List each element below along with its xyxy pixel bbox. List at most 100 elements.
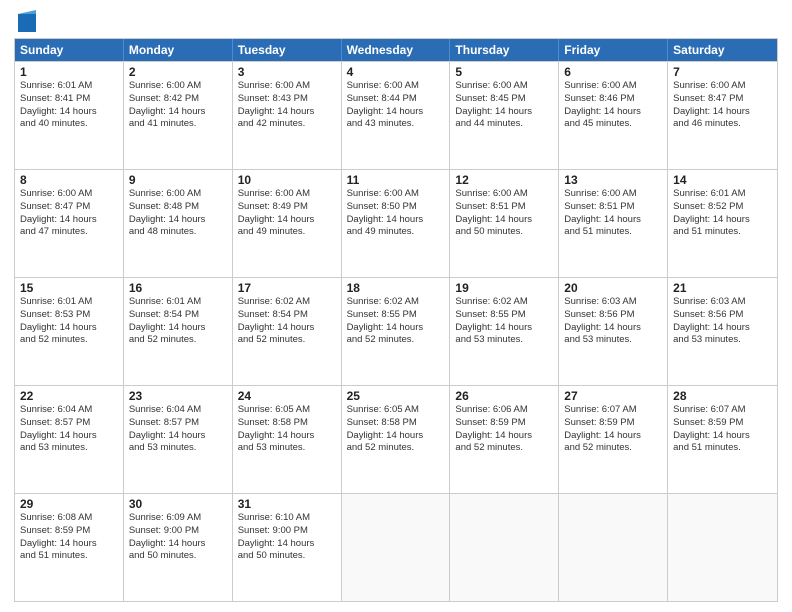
daylight-line: Daylight: 14 hours [20, 430, 118, 443]
daylight-minutes: and 45 minutes. [564, 118, 662, 131]
daylight-line: Daylight: 14 hours [20, 538, 118, 551]
calendar-cell: 22 Sunrise: 6:04 AM Sunset: 8:57 PM Dayl… [15, 386, 124, 493]
sunrise-line: Sunrise: 6:00 AM [238, 80, 336, 93]
sunrise-line: Sunrise: 6:00 AM [455, 80, 553, 93]
sunrise-line: Sunrise: 6:00 AM [20, 188, 118, 201]
sunset-line: Sunset: 8:50 PM [347, 201, 445, 214]
calendar-week: 8 Sunrise: 6:00 AM Sunset: 8:47 PM Dayli… [15, 169, 777, 277]
day-number: 13 [564, 173, 662, 187]
daylight-line: Daylight: 14 hours [20, 106, 118, 119]
sunrise-line: Sunrise: 6:02 AM [238, 296, 336, 309]
sunset-line: Sunset: 8:57 PM [20, 417, 118, 430]
sunset-line: Sunset: 8:59 PM [564, 417, 662, 430]
daylight-minutes: and 51 minutes. [673, 226, 772, 239]
sunset-line: Sunset: 8:45 PM [455, 93, 553, 106]
weekday-header: Monday [124, 39, 233, 61]
calendar-cell: 1 Sunrise: 6:01 AM Sunset: 8:41 PM Dayli… [15, 62, 124, 169]
weekday-header: Tuesday [233, 39, 342, 61]
sunrise-line: Sunrise: 6:01 AM [20, 80, 118, 93]
day-number: 30 [129, 497, 227, 511]
sunset-line: Sunset: 8:55 PM [347, 309, 445, 322]
sunrise-line: Sunrise: 6:06 AM [455, 404, 553, 417]
calendar-header: SundayMondayTuesdayWednesdayThursdayFrid… [15, 39, 777, 61]
calendar-cell: 21 Sunrise: 6:03 AM Sunset: 8:56 PM Dayl… [668, 278, 777, 385]
day-number: 6 [564, 65, 662, 79]
weekday-header: Friday [559, 39, 668, 61]
sunset-line: Sunset: 8:51 PM [564, 201, 662, 214]
sunrise-line: Sunrise: 6:00 AM [564, 80, 662, 93]
day-number: 20 [564, 281, 662, 295]
calendar-cell: 11 Sunrise: 6:00 AM Sunset: 8:50 PM Dayl… [342, 170, 451, 277]
calendar-cell-empty [668, 494, 777, 601]
sunset-line: Sunset: 8:58 PM [347, 417, 445, 430]
daylight-minutes: and 53 minutes. [20, 442, 118, 455]
daylight-minutes: and 50 minutes. [129, 550, 227, 563]
sunset-line: Sunset: 8:58 PM [238, 417, 336, 430]
calendar-cell: 17 Sunrise: 6:02 AM Sunset: 8:54 PM Dayl… [233, 278, 342, 385]
calendar-cell: 12 Sunrise: 6:00 AM Sunset: 8:51 PM Dayl… [450, 170, 559, 277]
weekday-header: Wednesday [342, 39, 451, 61]
daylight-line: Daylight: 14 hours [564, 430, 662, 443]
weekday-header: Thursday [450, 39, 559, 61]
daylight-minutes: and 46 minutes. [673, 118, 772, 131]
day-number: 12 [455, 173, 553, 187]
sunset-line: Sunset: 8:52 PM [673, 201, 772, 214]
sunrise-line: Sunrise: 6:01 AM [673, 188, 772, 201]
daylight-line: Daylight: 14 hours [347, 322, 445, 335]
sunset-line: Sunset: 8:59 PM [673, 417, 772, 430]
day-number: 25 [347, 389, 445, 403]
sunset-line: Sunset: 8:57 PM [129, 417, 227, 430]
calendar-cell: 25 Sunrise: 6:05 AM Sunset: 8:58 PM Dayl… [342, 386, 451, 493]
sunset-line: Sunset: 8:43 PM [238, 93, 336, 106]
daylight-line: Daylight: 14 hours [347, 106, 445, 119]
calendar-cell-empty [559, 494, 668, 601]
calendar-cell: 3 Sunrise: 6:00 AM Sunset: 8:43 PM Dayli… [233, 62, 342, 169]
daylight-minutes: and 40 minutes. [20, 118, 118, 131]
daylight-line: Daylight: 14 hours [238, 214, 336, 227]
calendar-cell: 26 Sunrise: 6:06 AM Sunset: 8:59 PM Dayl… [450, 386, 559, 493]
day-number: 21 [673, 281, 772, 295]
day-number: 10 [238, 173, 336, 187]
logo [14, 10, 36, 32]
sunrise-line: Sunrise: 6:00 AM [238, 188, 336, 201]
daylight-line: Daylight: 14 hours [564, 214, 662, 227]
calendar-cell: 15 Sunrise: 6:01 AM Sunset: 8:53 PM Dayl… [15, 278, 124, 385]
calendar-week: 29 Sunrise: 6:08 AM Sunset: 8:59 PM Dayl… [15, 493, 777, 601]
sunrise-line: Sunrise: 6:02 AM [455, 296, 553, 309]
day-number: 17 [238, 281, 336, 295]
day-number: 9 [129, 173, 227, 187]
calendar-cell: 2 Sunrise: 6:00 AM Sunset: 8:42 PM Dayli… [124, 62, 233, 169]
sunrise-line: Sunrise: 6:00 AM [564, 188, 662, 201]
sunset-line: Sunset: 8:44 PM [347, 93, 445, 106]
daylight-minutes: and 49 minutes. [238, 226, 336, 239]
daylight-line: Daylight: 14 hours [129, 106, 227, 119]
day-number: 11 [347, 173, 445, 187]
sunset-line: Sunset: 8:49 PM [238, 201, 336, 214]
sunset-line: Sunset: 8:46 PM [564, 93, 662, 106]
sunrise-line: Sunrise: 6:01 AM [20, 296, 118, 309]
sunset-line: Sunset: 9:00 PM [129, 525, 227, 538]
daylight-minutes: and 50 minutes. [238, 550, 336, 563]
sunset-line: Sunset: 8:47 PM [673, 93, 772, 106]
daylight-line: Daylight: 14 hours [455, 430, 553, 443]
sunrise-line: Sunrise: 6:00 AM [347, 188, 445, 201]
calendar-cell: 27 Sunrise: 6:07 AM Sunset: 8:59 PM Dayl… [559, 386, 668, 493]
calendar-cell: 30 Sunrise: 6:09 AM Sunset: 9:00 PM Dayl… [124, 494, 233, 601]
calendar-cell: 9 Sunrise: 6:00 AM Sunset: 8:48 PM Dayli… [124, 170, 233, 277]
daylight-line: Daylight: 14 hours [129, 322, 227, 335]
daylight-minutes: and 53 minutes. [673, 334, 772, 347]
sunset-line: Sunset: 8:48 PM [129, 201, 227, 214]
daylight-line: Daylight: 14 hours [673, 430, 772, 443]
daylight-line: Daylight: 14 hours [564, 322, 662, 335]
sunrise-line: Sunrise: 6:04 AM [20, 404, 118, 417]
daylight-minutes: and 44 minutes. [455, 118, 553, 131]
daylight-minutes: and 53 minutes. [129, 442, 227, 455]
day-number: 28 [673, 389, 772, 403]
sunset-line: Sunset: 8:51 PM [455, 201, 553, 214]
sunrise-line: Sunrise: 6:03 AM [564, 296, 662, 309]
day-number: 19 [455, 281, 553, 295]
calendar-cell: 13 Sunrise: 6:00 AM Sunset: 8:51 PM Dayl… [559, 170, 668, 277]
daylight-minutes: and 51 minutes. [564, 226, 662, 239]
daylight-minutes: and 51 minutes. [20, 550, 118, 563]
day-number: 24 [238, 389, 336, 403]
